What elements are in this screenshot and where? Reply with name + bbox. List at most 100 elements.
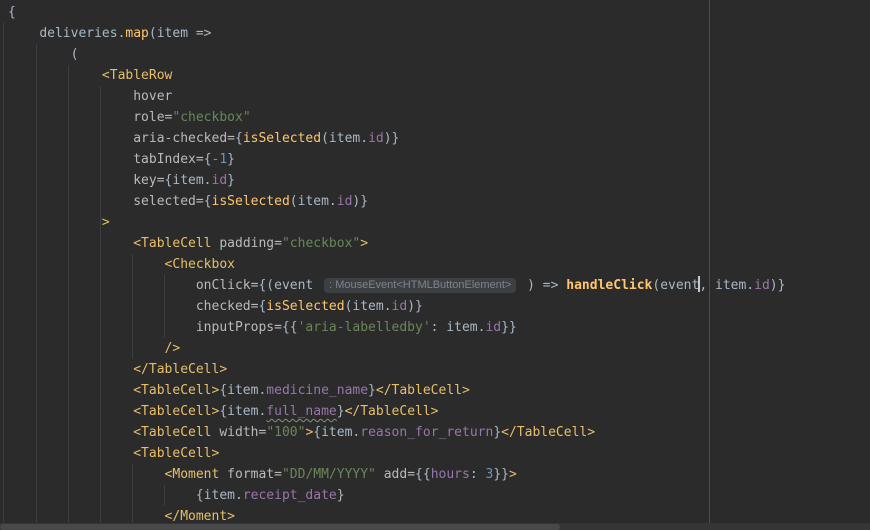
code-token: hover [133, 89, 173, 104]
code-token: > [508, 467, 517, 482]
code-token: } [336, 404, 345, 419]
code-line[interactable]: <TableRow [8, 65, 870, 86]
code-token: {item. [195, 488, 243, 503]
code-line[interactable]: <TableCell width="100">{item.reason_for_… [8, 422, 870, 443]
code-line[interactable]: <TableCell> [8, 443, 870, 464]
code-token: {{ [415, 467, 431, 482]
code-token: medicine_name [266, 383, 369, 398]
code-token: } [227, 173, 235, 188]
code-token: hours [430, 467, 470, 482]
code-line[interactable]: /> [8, 338, 870, 359]
code-token: map [125, 26, 149, 41]
code-line[interactable]: </TableCell> [8, 359, 870, 380]
code-token: { [234, 131, 243, 146]
code-token: {item. [313, 425, 361, 440]
code-token: isSelected [266, 299, 345, 314]
code-token: reason_for_return [360, 425, 494, 440]
code-line[interactable]: > [8, 212, 870, 233]
code-line[interactable]: inputProps={{'aria-labelledby': item.id}… [8, 317, 870, 338]
code-line[interactable]: <TableCell padding="checkbox"> [8, 233, 870, 254]
code-token: add= [375, 467, 416, 482]
code-token: } [493, 425, 502, 440]
code-line[interactable]: {item.receipt_date} [8, 485, 870, 506]
code-line[interactable]: { [8, 2, 870, 23]
code-line[interactable]: deliveries.map(item => [8, 23, 870, 44]
code-token: "checkbox" [281, 236, 361, 251]
code-token: onClick= [195, 278, 259, 293]
scrollbar-thumb[interactable] [0, 524, 560, 530]
right-margin-line [709, 0, 710, 530]
code-token: > [101, 215, 110, 230]
code-line[interactable]: aria-checked={isSelected(item.id)} [8, 128, 870, 149]
code-token: { [203, 152, 212, 167]
code-token: { [203, 194, 212, 209]
code-token: deliveries. [39, 26, 126, 41]
code-token: )} [407, 299, 423, 314]
code-token: id [485, 320, 502, 335]
code-token: </TableCell> [133, 362, 228, 377]
code-token: isSelected [211, 194, 290, 209]
code-token: handleClick [566, 278, 653, 293]
code-line[interactable]: <Moment format="DD/MM/YYYY" add={{hours:… [8, 464, 870, 485]
code-token: (event [652, 278, 700, 293]
code-line[interactable]: ( [8, 44, 870, 65]
code-token: format= [219, 467, 282, 482]
code-token: {item. [219, 404, 267, 419]
code-line[interactable]: selected={isSelected(item.id)} [8, 191, 870, 212]
code-token: { [8, 5, 16, 20]
code-token: ( [70, 47, 79, 62]
code-token: id [391, 299, 408, 314]
code-token: aria-checked= [133, 131, 235, 146]
code-token: {item. [164, 173, 212, 188]
code-token: checked= [195, 299, 259, 314]
code-token: (item => [148, 26, 212, 41]
code-token: tabIndex= [133, 152, 204, 167]
code-token: id [211, 173, 228, 188]
code-token: -1 [211, 152, 228, 167]
code-line[interactable]: hover [8, 86, 870, 107]
code-area[interactable]: { deliveries.map(item => ( <TableRow hov… [0, 0, 870, 530]
code-token: padding= [211, 236, 282, 251]
code-token: id [754, 278, 770, 293]
code-token: "DD/MM/YYYY" [281, 467, 376, 482]
code-token: (item. [289, 194, 337, 209]
code-token: key= [133, 173, 165, 188]
code-token: <Moment [164, 467, 220, 482]
code-token: <TableCell [133, 425, 212, 440]
code-token: receipt_date [242, 488, 337, 503]
code-token: width= [211, 425, 267, 440]
code-line[interactable]: role="checkbox" [8, 107, 870, 128]
code-token: id [368, 131, 384, 146]
code-token: } [336, 488, 345, 503]
code-token: isSelected [242, 131, 322, 146]
code-token: )} [352, 194, 369, 209]
code-token: , item. [699, 278, 755, 293]
code-token: <TableCell> [133, 404, 220, 419]
code-token: <Checkbox [164, 257, 235, 272]
code-editor: { deliveries.map(item => ( <TableRow hov… [0, 0, 870, 530]
code-line[interactable]: key={item.id} [8, 170, 870, 191]
code-token: )} [769, 278, 786, 293]
code-line[interactable]: <TableCell>{item.full_name}</TableCell> [8, 401, 870, 422]
code-token: role= [133, 110, 173, 125]
code-token: > [360, 236, 369, 251]
code-token: full_name [266, 404, 337, 419]
code-token: : [469, 467, 486, 482]
code-line[interactable]: onClick={(event : MouseEvent<HTMLButtonE… [8, 275, 870, 296]
code-line[interactable]: <TableCell>{item.medicine_name}</TableCe… [8, 380, 870, 401]
code-token: <TableCell> [133, 383, 220, 398]
indent-guide [3, 23, 4, 527]
horizontal-scrollbar[interactable] [0, 523, 870, 530]
code-line[interactable]: checked={isSelected(item.id)} [8, 296, 870, 317]
parameter-type-hint[interactable]: : MouseEvent<HTMLButtonElement> [324, 278, 517, 293]
code-token: ) => [519, 278, 567, 293]
code-token: "checkbox" [172, 110, 251, 125]
code-line[interactable]: tabIndex={-1} [8, 149, 870, 170]
code-token: </TableCell> [375, 383, 470, 398]
code-token: </TableCell> [501, 425, 596, 440]
code-line[interactable]: <Checkbox [8, 254, 870, 275]
code-token: <TableCell [133, 236, 212, 251]
code-token: "100" [266, 425, 306, 440]
code-token: /> [164, 341, 181, 356]
code-token: </Moment> [164, 509, 235, 524]
